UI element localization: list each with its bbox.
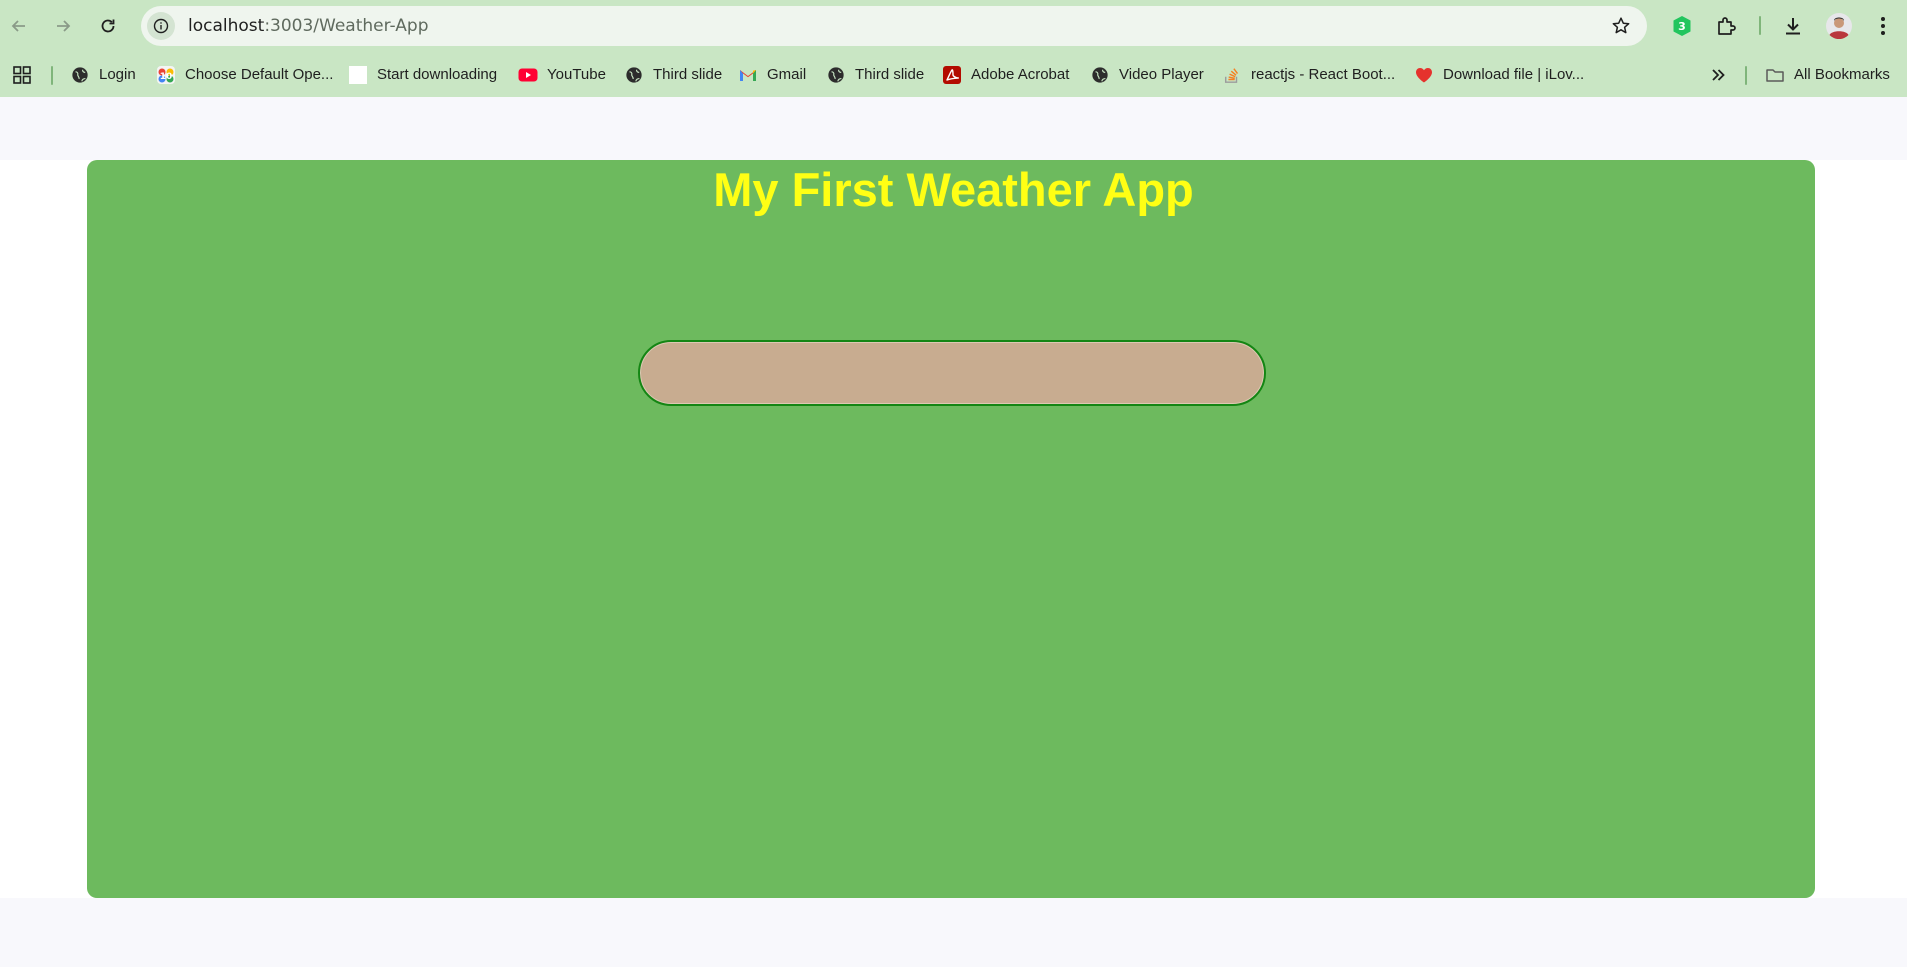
browser-toolbar: localhost:3003/Weather-App 3 xyxy=(0,0,1907,52)
back-arrow-icon xyxy=(11,20,25,32)
globe-icon xyxy=(1090,65,1110,85)
bookmark-label: Third slide xyxy=(653,66,723,83)
toolbar-divider xyxy=(1759,16,1761,35)
bookmark-reactjs[interactable]: reactjs - React Boot... xyxy=(1222,52,1395,97)
url-text: localhost:3003/Weather-App xyxy=(188,6,429,46)
folder-icon xyxy=(1765,65,1785,85)
globe-icon xyxy=(826,65,846,85)
bookmark-third-slide-2[interactable]: Third slide xyxy=(826,52,924,97)
apps-grid-icon xyxy=(13,65,31,84)
bookmark-label: Login xyxy=(99,66,136,83)
bookmark-label: Download file | iLov... xyxy=(1443,66,1585,83)
bookmarks-divider xyxy=(51,66,53,85)
bookmark-label: Gmail xyxy=(767,66,807,83)
gmail-icon xyxy=(738,65,758,85)
app-icon: 10 xyxy=(156,65,176,85)
more-bookmarks-button[interactable] xyxy=(1709,52,1727,97)
svg-text:10: 10 xyxy=(160,72,173,82)
acrobat-icon xyxy=(942,65,962,85)
bookmark-choose-default[interactable]: 10 Choose Default Ope... xyxy=(156,52,333,97)
bookmark-label: YouTube xyxy=(547,66,606,83)
youtube-icon xyxy=(518,65,538,85)
bookmark-login[interactable]: Login xyxy=(70,52,136,97)
bookmark-label: Start downloading xyxy=(377,66,498,83)
reload-button[interactable] xyxy=(93,11,123,41)
app-title: My First Weather App xyxy=(713,163,1194,216)
extension-badge-icon[interactable]: 3 xyxy=(1669,13,1695,39)
back-button[interactable] xyxy=(4,11,34,41)
bookmarks-divider-right xyxy=(1745,66,1747,85)
globe-icon xyxy=(70,65,90,85)
all-bookmarks-label: All Bookmarks xyxy=(1794,66,1890,83)
svg-text:3: 3 xyxy=(1678,20,1686,33)
ilovepdf-icon xyxy=(1414,65,1434,85)
address-bar[interactable]: localhost:3003/Weather-App xyxy=(141,6,1647,46)
bookmark-label: Choose Default Ope... xyxy=(185,66,334,83)
bookmark-star-icon[interactable] xyxy=(1611,16,1631,36)
bookmark-label: reactjs - React Boot... xyxy=(1251,66,1396,83)
chevron-double-right-icon xyxy=(1712,68,1725,81)
blank-page-icon xyxy=(348,65,368,85)
apps-grid-button[interactable] xyxy=(12,52,32,97)
forward-button[interactable] xyxy=(48,11,78,41)
site-info-icon[interactable] xyxy=(147,12,175,40)
bookmark-adobe-acrobat[interactable]: Adobe Acrobat xyxy=(942,52,1069,97)
url-path: :3003/Weather-App xyxy=(264,16,429,36)
weather-card xyxy=(87,160,1815,898)
bookmark-download-file[interactable]: Download file | iLov... xyxy=(1414,52,1584,97)
city-search-input[interactable] xyxy=(638,340,1266,406)
bookmark-youtube[interactable]: YouTube xyxy=(518,52,606,97)
all-bookmarks-button[interactable]: All Bookmarks xyxy=(1765,52,1890,97)
bookmark-gmail[interactable]: Gmail xyxy=(738,52,806,97)
profile-avatar[interactable] xyxy=(1826,13,1852,39)
bookmark-video-player[interactable]: Video Player xyxy=(1090,52,1204,97)
extensions-puzzle-icon[interactable] xyxy=(1713,13,1739,39)
forward-arrow-icon xyxy=(57,20,71,32)
globe-icon xyxy=(624,65,644,85)
downloads-icon[interactable] xyxy=(1780,13,1806,39)
bookmark-label: Video Player xyxy=(1119,66,1204,83)
reload-icon xyxy=(101,19,115,33)
bookmark-label: Third slide xyxy=(855,66,925,83)
bookmark-third-slide-1[interactable]: Third slide xyxy=(624,52,722,97)
url-host: localhost xyxy=(188,16,265,36)
bookmark-start-downloading[interactable]: Start downloading xyxy=(348,52,497,97)
stackoverflow-icon xyxy=(1222,65,1242,85)
browser-menu-icon[interactable] xyxy=(1870,13,1896,39)
bookmarks-bar: Login 10 Choose Default Ope... Start dow… xyxy=(0,52,1907,97)
bookmark-label: Adobe Acrobat xyxy=(971,66,1070,83)
